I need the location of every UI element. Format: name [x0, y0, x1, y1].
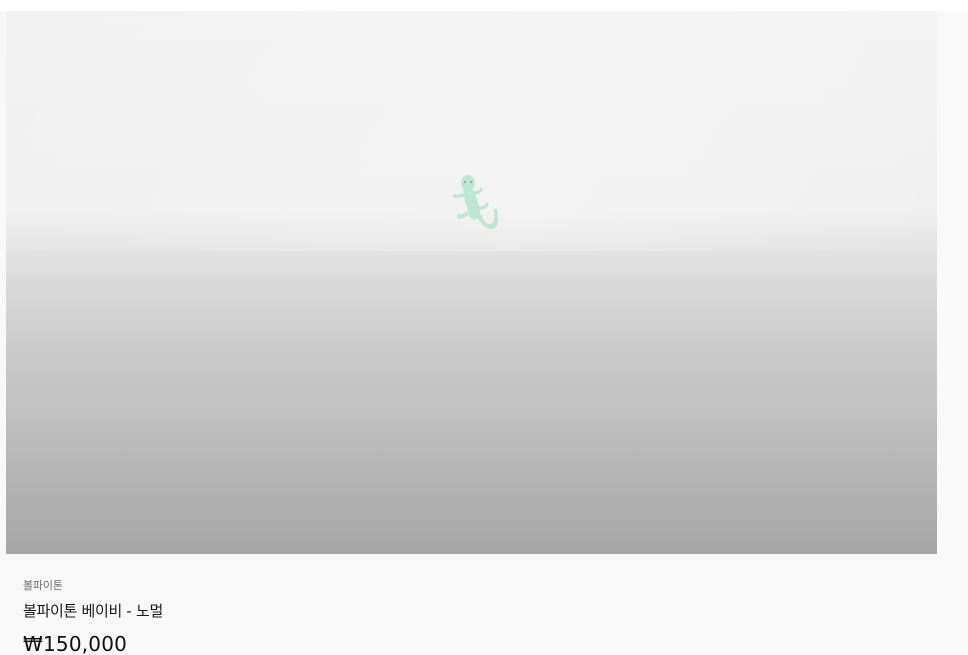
product-price: ₩150,000	[23, 632, 128, 655]
product-category: 볼파이톤	[23, 579, 63, 592]
product-title[interactable]: 볼파이톤 베이비 - 노멀	[23, 600, 163, 621]
product-card[interactable]: 볼파이톤 볼파이톤 베이비 - 노멀 ₩150,000	[0, 11, 968, 655]
product-page: 볼파이톤 볼파이톤 베이비 - 노멀 ₩150,000	[0, 0, 968, 655]
product-image[interactable]	[6, 11, 937, 554]
gecko-icon	[453, 175, 498, 229]
next-card-edge	[937, 11, 968, 655]
